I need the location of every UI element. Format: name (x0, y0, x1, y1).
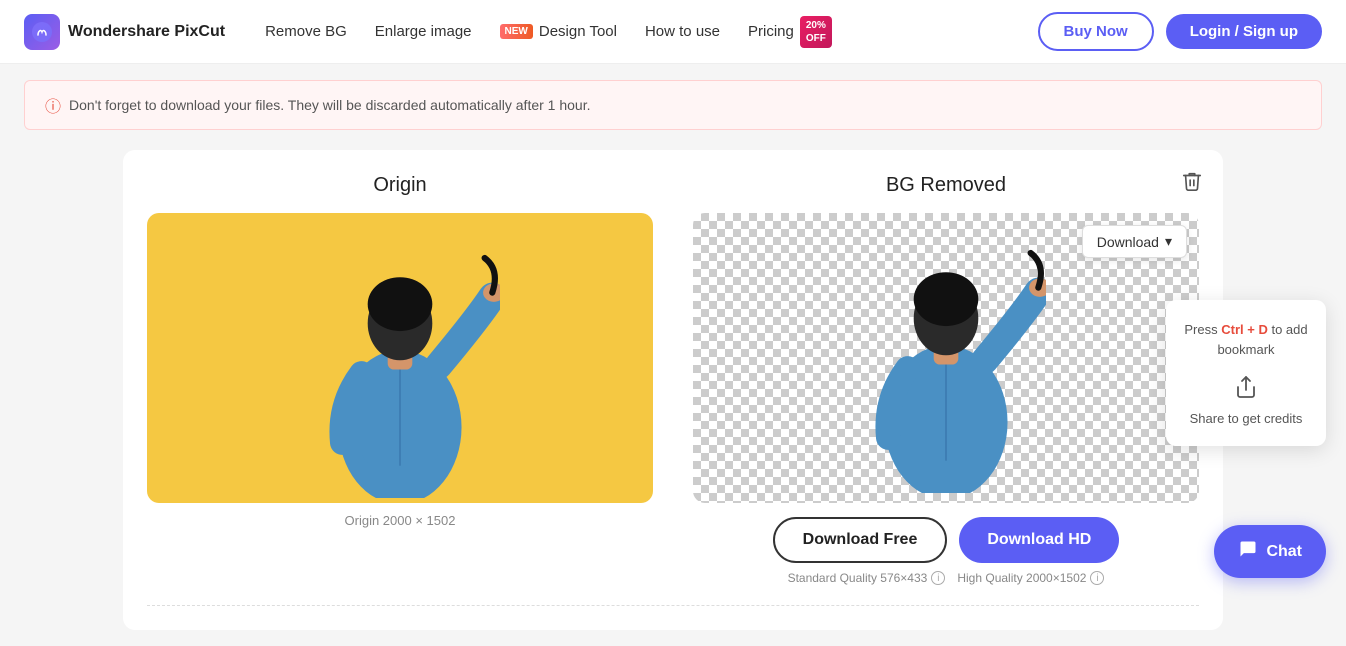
download-label: Download (1097, 234, 1159, 250)
chat-label: Chat (1266, 543, 1302, 561)
new-badge: NEW (500, 24, 533, 39)
original-title: Origin (147, 174, 653, 197)
quality-high-label: High Quality 2000×1502 i (957, 571, 1104, 585)
header-actions: Buy Now Login / Sign up (1038, 12, 1322, 51)
ctrl-d-text: Ctrl + D (1221, 322, 1268, 337)
chat-button[interactable]: Chat (1214, 525, 1326, 578)
buy-now-button[interactable]: Buy Now (1038, 12, 1154, 51)
original-info: Origin 2000 × 1502 (345, 513, 456, 528)
login-button[interactable]: Login / Sign up (1166, 14, 1322, 49)
main-content: ⓘ Don't forget to download your files. T… (0, 64, 1346, 646)
nav-pricing: Pricing (748, 23, 794, 40)
nav-design-tool[interactable]: NEW Design Tool (500, 23, 617, 40)
download-free-button[interactable]: Download Free (773, 517, 948, 563)
quality-high-info-icon[interactable]: i (1090, 571, 1104, 585)
header: Wondershare PixCut Remove BG Enlarge ima… (0, 0, 1346, 64)
off-badge: 20% OFF (800, 16, 832, 48)
bottom-divider (147, 605, 1199, 606)
dropdown-arrow-icon: ▾ (1165, 233, 1172, 250)
chat-bubble-icon (1238, 539, 1258, 564)
nav-how-to-use[interactable]: How to use (645, 23, 720, 40)
bg-removed-panel: BG Removed Download ▾ (693, 174, 1199, 585)
nav-links: Remove BG Enlarge image NEW Design Tool … (265, 16, 1005, 48)
bg-removed-title: BG Removed (693, 174, 1199, 197)
quality-labels: Standard Quality 576×433 i High Quality … (693, 571, 1199, 585)
banner-info-icon: ⓘ (45, 93, 61, 117)
banner-message: Don't forget to download your files. The… (69, 97, 590, 113)
bookmark-panel: Press Ctrl + D to add bookmark Share to … (1166, 300, 1326, 446)
share-icon (1234, 375, 1258, 405)
share-text: Share to get credits (1190, 411, 1303, 426)
original-image (147, 213, 653, 503)
info-banner: ⓘ Don't forget to download your files. T… (24, 80, 1322, 130)
editor-wrapper: Origin (123, 150, 1223, 630)
logo-icon (24, 14, 60, 50)
original-panel: Origin (147, 174, 653, 528)
download-dropdown[interactable]: Download ▾ (1082, 225, 1187, 258)
panels: Origin (147, 174, 1199, 585)
original-person-svg (300, 218, 500, 498)
bg-removed-image: Download ▾ (693, 213, 1199, 503)
download-hd-button[interactable]: Download HD (959, 517, 1119, 563)
bookmark-text: Press Ctrl + D to add bookmark (1182, 320, 1310, 359)
share-area[interactable]: Share to get credits (1182, 375, 1310, 426)
quality-standard-info-icon[interactable]: i (931, 571, 945, 585)
bg-removed-person-svg (846, 213, 1046, 493)
delete-icon[interactable] (1181, 170, 1203, 198)
nav-remove-bg[interactable]: Remove BG (265, 23, 347, 40)
logo-text: Wondershare PixCut (68, 23, 225, 41)
quality-standard-label: Standard Quality 576×433 i (788, 571, 946, 585)
nav-pricing-area[interactable]: Pricing 20% OFF (748, 16, 832, 48)
nav-enlarge-image[interactable]: Enlarge image (375, 23, 472, 40)
action-buttons: Download Free Download HD (693, 517, 1199, 563)
logo-area: Wondershare PixCut (24, 14, 225, 50)
